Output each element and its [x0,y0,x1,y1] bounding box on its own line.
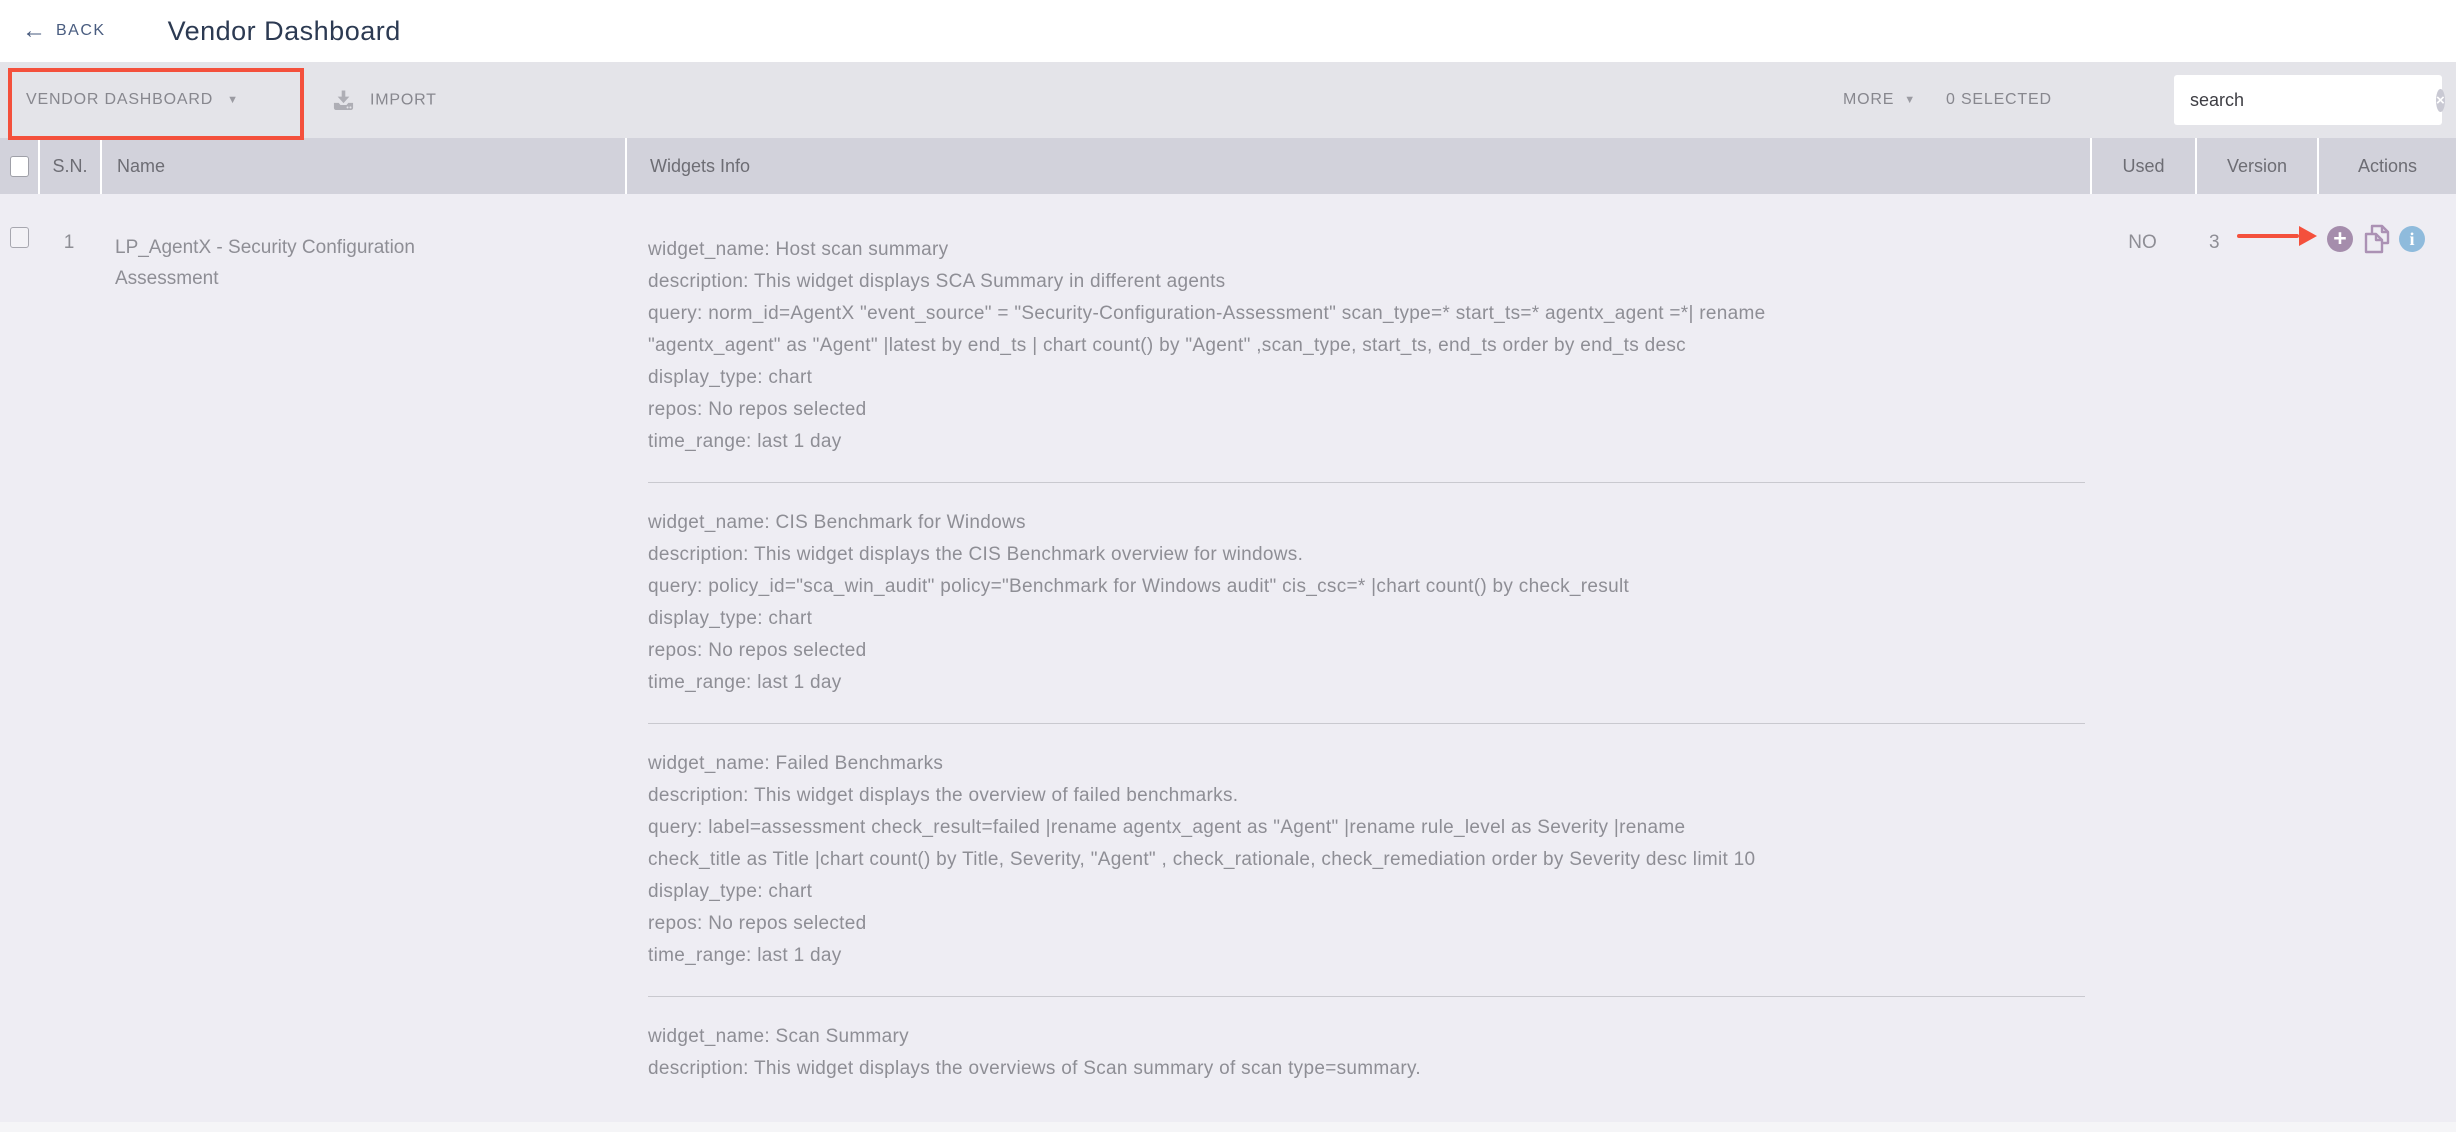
field-label: display_type: [648,881,763,902]
widget-info-block: widget_name: Failed Benchmarks descripti… [648,724,2085,997]
widget-time-range-value: last 1 day [757,945,841,966]
column-header-version: Version [2195,138,2317,194]
field-label: query: [648,303,703,324]
field-label: query: [648,817,703,838]
field-label: widget_name: [648,239,770,260]
dashboard-name: LP_AgentX - Security Configuration Asses… [115,232,495,294]
widget-query-value: policy_id="sca_win_audit" policy="Benchm… [708,576,1629,597]
back-arrow-icon: ← [22,19,46,43]
widgets-info-cell: widget_name: Host scan summary descripti… [625,194,2090,1109]
table-header: S.N. Name Widgets Info Used Version Acti… [0,138,2456,194]
field-label: time_range: [648,672,752,693]
clear-search-button[interactable]: × [2436,89,2445,112]
field-label: time_range: [648,945,752,966]
dashboard-selector-dropdown[interactable]: VENDOR DASHBOARD ▼ [26,91,239,109]
widget-name-value: Host scan summary [776,239,949,260]
bottom-edge [0,1122,2456,1132]
field-label: query: [648,576,703,597]
column-header-sn: S.N. [38,138,100,194]
select-all-checkbox[interactable] [10,156,29,177]
back-button[interactable]: ← BACK [22,19,106,43]
column-header-used: Used [2090,138,2195,194]
copy-button[interactable] [2357,223,2397,255]
field-label: time_range: [648,431,752,452]
field-label: repos: [648,913,703,934]
row-serial-number: 1 [38,194,100,254]
info-button[interactable]: i [2399,226,2425,252]
column-header-widgets-info: Widgets Info [625,138,2090,194]
field-label: display_type: [648,367,763,388]
widget-description-value: This widget displays the CIS Benchmark o… [754,544,1303,565]
field-label: description: [648,785,749,806]
field-label: widget_name: [648,753,770,774]
widget-name-value: Failed Benchmarks [776,753,944,774]
field-label: repos: [648,640,703,661]
widget-name-value: CIS Benchmark for Windows [776,512,1026,533]
widget-description-value: This widget displays SCA Summary in diff… [754,271,1225,292]
close-icon: × [2436,93,2445,108]
widget-display-type-value: chart [768,881,812,902]
add-button[interactable]: + [2327,226,2353,252]
widget-description-value: This widget displays the overview of fai… [754,785,1238,806]
copy-icon [2360,223,2394,255]
widget-display-type-value: chart [768,367,812,388]
import-icon [330,87,357,114]
widget-query-value: label=assessment check_result=failed |re… [648,817,1755,870]
toolbar: VENDOR DASHBOARD ▼ IMPORT MORE ▼ 0 SELEC… [0,62,2456,138]
table-body: 1 LP_AgentX - Security Configuration Ass… [0,194,2456,1132]
more-dropdown[interactable]: MORE ▼ [1843,91,1916,109]
chevron-down-icon: ▼ [1904,95,1916,106]
used-value: NO [2090,194,2195,254]
info-icon-glyph: i [2409,229,2414,250]
widget-description-value: This widget displays the overviews of Sc… [754,1058,1421,1079]
page-header: ← BACK Vendor Dashboard [0,0,2456,62]
column-header-name: Name [100,138,625,194]
row-checkbox[interactable] [10,227,29,248]
widget-query-value: norm_id=AgentX "event_source" = "Securit… [648,303,1766,356]
widget-repos-value: No repos selected [708,913,866,934]
column-header-actions: Actions [2317,138,2456,194]
widget-repos-value: No repos selected [708,399,866,420]
field-label: display_type: [648,608,763,629]
field-label: description: [648,271,749,292]
actions-group: + i [2327,223,2425,255]
widget-time-range-value: last 1 day [757,431,841,452]
actions-cell: + i [2317,194,2456,255]
widget-time-range-value: last 1 day [757,672,841,693]
page-title: Vendor Dashboard [168,16,401,47]
import-label: IMPORT [370,91,437,109]
field-label: widget_name: [648,512,770,533]
widget-info-block: widget_name: Scan Summary description: T… [648,997,2085,1109]
import-button[interactable]: IMPORT [330,87,437,114]
field-label: description: [648,1058,749,1079]
app-root: ← BACK Vendor Dashboard VENDOR DASHBOARD… [0,0,2456,1142]
widget-name-value: Scan Summary [776,1026,909,1047]
field-label: repos: [648,399,703,420]
field-label: description: [648,544,749,565]
widget-info-block: widget_name: Host scan summary descripti… [648,234,2085,483]
version-value: 3 [2195,194,2317,254]
widget-display-type-value: chart [768,608,812,629]
selected-count: 0 SELECTED [1946,91,2052,109]
search-box: × [2174,75,2442,125]
field-label: widget_name: [648,1026,770,1047]
more-label: MORE [1843,91,1894,109]
table-row: 1 LP_AgentX - Security Configuration Ass… [0,194,2456,1109]
dashboard-selector-label: VENDOR DASHBOARD [26,91,213,109]
chevron-down-icon: ▼ [227,95,239,106]
back-label: BACK [56,22,106,40]
search-input[interactable] [2174,75,2436,125]
widget-repos-value: No repos selected [708,640,866,661]
widget-info-block: widget_name: CIS Benchmark for Windows d… [648,483,2085,724]
